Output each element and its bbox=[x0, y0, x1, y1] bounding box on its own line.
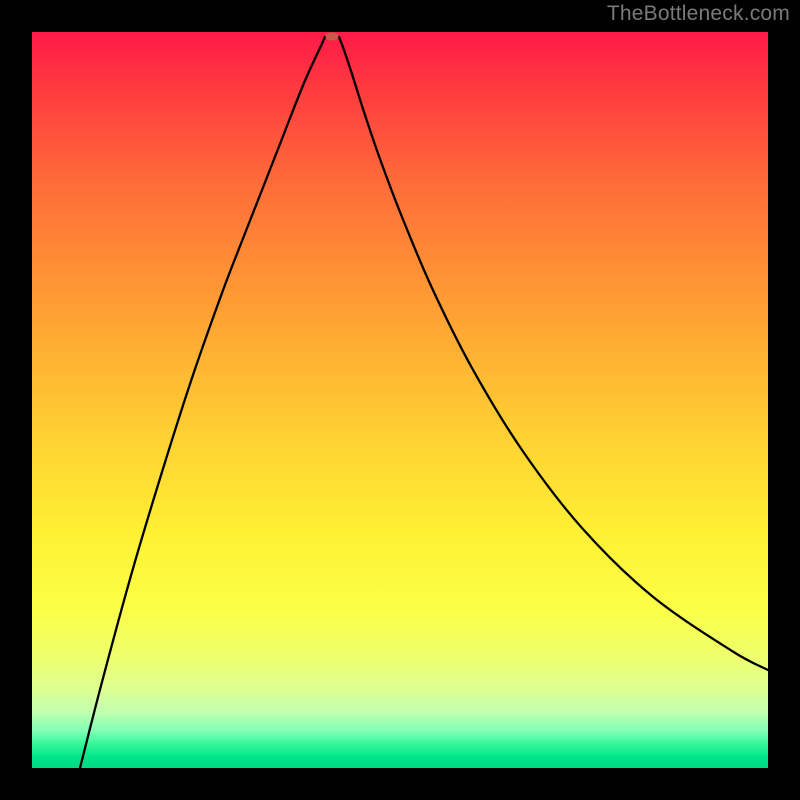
curve-left-branch bbox=[80, 37, 325, 768]
minimum-marker bbox=[326, 33, 339, 41]
chart-frame: TheBottleneck.com bbox=[0, 0, 800, 800]
bottleneck-curve bbox=[32, 32, 768, 768]
curve-right-branch bbox=[339, 37, 768, 670]
watermark-text: TheBottleneck.com bbox=[607, 2, 790, 26]
plot-area bbox=[32, 32, 768, 768]
